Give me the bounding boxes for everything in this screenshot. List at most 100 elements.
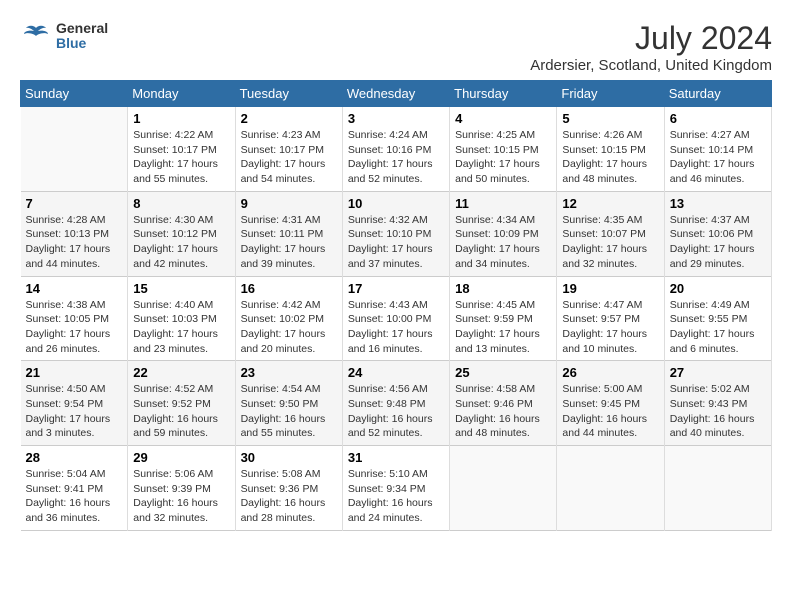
day-number: 10	[348, 196, 444, 211]
day-number: 2	[241, 111, 337, 126]
calendar-cell: 12 Sunrise: 4:35 AM Sunset: 10:07 PM Dayl…	[557, 191, 664, 276]
logo-blue: Blue	[56, 36, 108, 51]
day-info: Sunrise: 4:30 AM Sunset: 10:12 PM Daylig…	[133, 213, 229, 272]
calendar-cell: 30 Sunrise: 5:08 AM Sunset: 9:36 PM Dayli…	[235, 446, 342, 531]
day-number: 3	[348, 111, 444, 126]
header-row: Sunday Monday Tuesday Wednesday Thursday…	[21, 81, 772, 107]
calendar-cell	[21, 107, 128, 192]
header-monday: Monday	[128, 81, 235, 107]
calendar-cell: 8 Sunrise: 4:30 AM Sunset: 10:12 PM Dayli…	[128, 191, 235, 276]
day-info: Sunrise: 5:06 AM Sunset: 9:39 PM Dayligh…	[133, 467, 229, 526]
day-number: 11	[455, 196, 551, 211]
page-header: General Blue July 2024 Ardersier, Scotla…	[20, 20, 772, 74]
calendar-week-row: 1 Sunrise: 4:22 AM Sunset: 10:17 PM Dayli…	[21, 107, 772, 192]
header-wednesday: Wednesday	[342, 81, 449, 107]
day-info: Sunrise: 4:52 AM Sunset: 9:52 PM Dayligh…	[133, 382, 229, 441]
day-number: 6	[670, 111, 766, 126]
calendar-week-row: 21 Sunrise: 4:50 AM Sunset: 9:54 PM Dayli…	[21, 361, 772, 446]
logo: General Blue	[20, 20, 108, 52]
day-number: 7	[26, 196, 123, 211]
day-number: 19	[562, 281, 658, 296]
calendar-cell: 11 Sunrise: 4:34 AM Sunset: 10:09 PM Dayl…	[450, 191, 557, 276]
day-info: Sunrise: 4:26 AM Sunset: 10:15 PM Daylig…	[562, 128, 658, 187]
day-info: Sunrise: 4:31 AM Sunset: 10:11 PM Daylig…	[241, 213, 337, 272]
day-number: 28	[26, 450, 123, 465]
day-number: 22	[133, 365, 229, 380]
calendar-cell: 10Sunrise: 4:32 AM Sunset: 10:10 PM Dayl…	[342, 191, 449, 276]
calendar-cell: 6 Sunrise: 4:27 AM Sunset: 10:14 PM Dayli…	[664, 107, 771, 192]
day-number: 15	[133, 281, 229, 296]
calendar-cell: 23 Sunrise: 4:54 AM Sunset: 9:50 PM Dayli…	[235, 361, 342, 446]
calendar-cell: 22 Sunrise: 4:52 AM Sunset: 9:52 PM Dayli…	[128, 361, 235, 446]
day-number: 4	[455, 111, 551, 126]
day-info: Sunrise: 4:40 AM Sunset: 10:03 PM Daylig…	[133, 298, 229, 357]
day-number: 9	[241, 196, 337, 211]
calendar-cell: 15 Sunrise: 4:40 AM Sunset: 10:03 PM Dayl…	[128, 276, 235, 361]
day-info: Sunrise: 4:22 AM Sunset: 10:17 PM Daylig…	[133, 128, 229, 187]
header-friday: Friday	[557, 81, 664, 107]
day-number: 24	[348, 365, 444, 380]
calendar-table: Sunday Monday Tuesday Wednesday Thursday…	[20, 80, 772, 531]
day-number: 20	[670, 281, 766, 296]
day-info: Sunrise: 5:02 AM Sunset: 9:43 PM Dayligh…	[670, 382, 766, 441]
day-number: 25	[455, 365, 551, 380]
day-number: 26	[562, 365, 658, 380]
calendar-cell	[664, 446, 771, 531]
day-info: Sunrise: 5:04 AM Sunset: 9:41 PM Dayligh…	[26, 467, 123, 526]
day-number: 1	[133, 111, 229, 126]
calendar-cell: 13 Sunrise: 4:37 AM Sunset: 10:06 PM Dayl…	[664, 191, 771, 276]
calendar-cell: 14Sunrise: 4:38 AM Sunset: 10:05 PM Dayl…	[21, 276, 128, 361]
calendar-cell: 20 Sunrise: 4:49 AM Sunset: 9:55 PM Dayli…	[664, 276, 771, 361]
calendar-cell	[557, 446, 664, 531]
day-info: Sunrise: 5:08 AM Sunset: 9:36 PM Dayligh…	[241, 467, 337, 526]
day-info: Sunrise: 4:56 AM Sunset: 9:48 PM Dayligh…	[348, 382, 444, 441]
day-number: 14	[26, 281, 123, 296]
calendar-body: 1 Sunrise: 4:22 AM Sunset: 10:17 PM Dayli…	[21, 107, 772, 531]
day-number: 12	[562, 196, 658, 211]
calendar-cell: 2 Sunrise: 4:23 AM Sunset: 10:17 PM Dayli…	[235, 107, 342, 192]
day-info: Sunrise: 4:34 AM Sunset: 10:09 PM Daylig…	[455, 213, 551, 272]
day-info: Sunrise: 4:45 AM Sunset: 9:59 PM Dayligh…	[455, 298, 551, 357]
day-info: Sunrise: 4:37 AM Sunset: 10:06 PM Daylig…	[670, 213, 766, 272]
day-info: Sunrise: 4:42 AM Sunset: 10:02 PM Daylig…	[241, 298, 337, 357]
day-info: Sunrise: 4:27 AM Sunset: 10:14 PM Daylig…	[670, 128, 766, 187]
day-number: 13	[670, 196, 766, 211]
month-year-title: July 2024	[530, 20, 772, 57]
day-info: Sunrise: 4:35 AM Sunset: 10:07 PM Daylig…	[562, 213, 658, 272]
header-tuesday: Tuesday	[235, 81, 342, 107]
calendar-cell: 29Sunrise: 5:06 AM Sunset: 9:39 PM Dayli…	[128, 446, 235, 531]
day-info: Sunrise: 4:50 AM Sunset: 9:54 PM Dayligh…	[26, 382, 123, 441]
day-info: Sunrise: 4:47 AM Sunset: 9:57 PM Dayligh…	[562, 298, 658, 357]
calendar-cell: 16Sunrise: 4:42 AM Sunset: 10:02 PM Dayl…	[235, 276, 342, 361]
day-info: Sunrise: 4:24 AM Sunset: 10:16 PM Daylig…	[348, 128, 444, 187]
calendar-cell: 17Sunrise: 4:43 AM Sunset: 10:00 PM Dayl…	[342, 276, 449, 361]
calendar-week-row: 7Sunrise: 4:28 AM Sunset: 10:13 PM Dayli…	[21, 191, 772, 276]
day-number: 31	[348, 450, 444, 465]
day-number: 5	[562, 111, 658, 126]
day-number: 27	[670, 365, 766, 380]
day-info: Sunrise: 5:00 AM Sunset: 9:45 PM Dayligh…	[562, 382, 658, 441]
calendar-cell: 9 Sunrise: 4:31 AM Sunset: 10:11 PM Dayli…	[235, 191, 342, 276]
title-section: July 2024 Ardersier, Scotland, United Ki…	[530, 20, 772, 74]
day-number: 17	[348, 281, 444, 296]
calendar-cell: 24 Sunrise: 4:56 AM Sunset: 9:48 PM Dayli…	[342, 361, 449, 446]
calendar-cell: 1 Sunrise: 4:22 AM Sunset: 10:17 PM Dayli…	[128, 107, 235, 192]
day-info: Sunrise: 4:58 AM Sunset: 9:46 PM Dayligh…	[455, 382, 551, 441]
day-number: 30	[241, 450, 337, 465]
day-number: 8	[133, 196, 229, 211]
day-info: Sunrise: 4:49 AM Sunset: 9:55 PM Dayligh…	[670, 298, 766, 357]
day-number: 21	[26, 365, 123, 380]
logo-general: General	[56, 21, 108, 36]
header-sunday: Sunday	[21, 81, 128, 107]
header-thursday: Thursday	[450, 81, 557, 107]
calendar-cell: 18 Sunrise: 4:45 AM Sunset: 9:59 PM Dayli…	[450, 276, 557, 361]
day-number: 23	[241, 365, 337, 380]
day-info: Sunrise: 4:23 AM Sunset: 10:17 PM Daylig…	[241, 128, 337, 187]
calendar-cell: 31Sunrise: 5:10 AM Sunset: 9:34 PM Dayli…	[342, 446, 449, 531]
day-number: 18	[455, 281, 551, 296]
day-info: Sunrise: 4:54 AM Sunset: 9:50 PM Dayligh…	[241, 382, 337, 441]
calendar-cell: 27 Sunrise: 5:02 AM Sunset: 9:43 PM Dayli…	[664, 361, 771, 446]
calendar-cell: 7Sunrise: 4:28 AM Sunset: 10:13 PM Dayli…	[21, 191, 128, 276]
calendar-cell	[450, 446, 557, 531]
logo-bird-icon	[20, 20, 52, 52]
